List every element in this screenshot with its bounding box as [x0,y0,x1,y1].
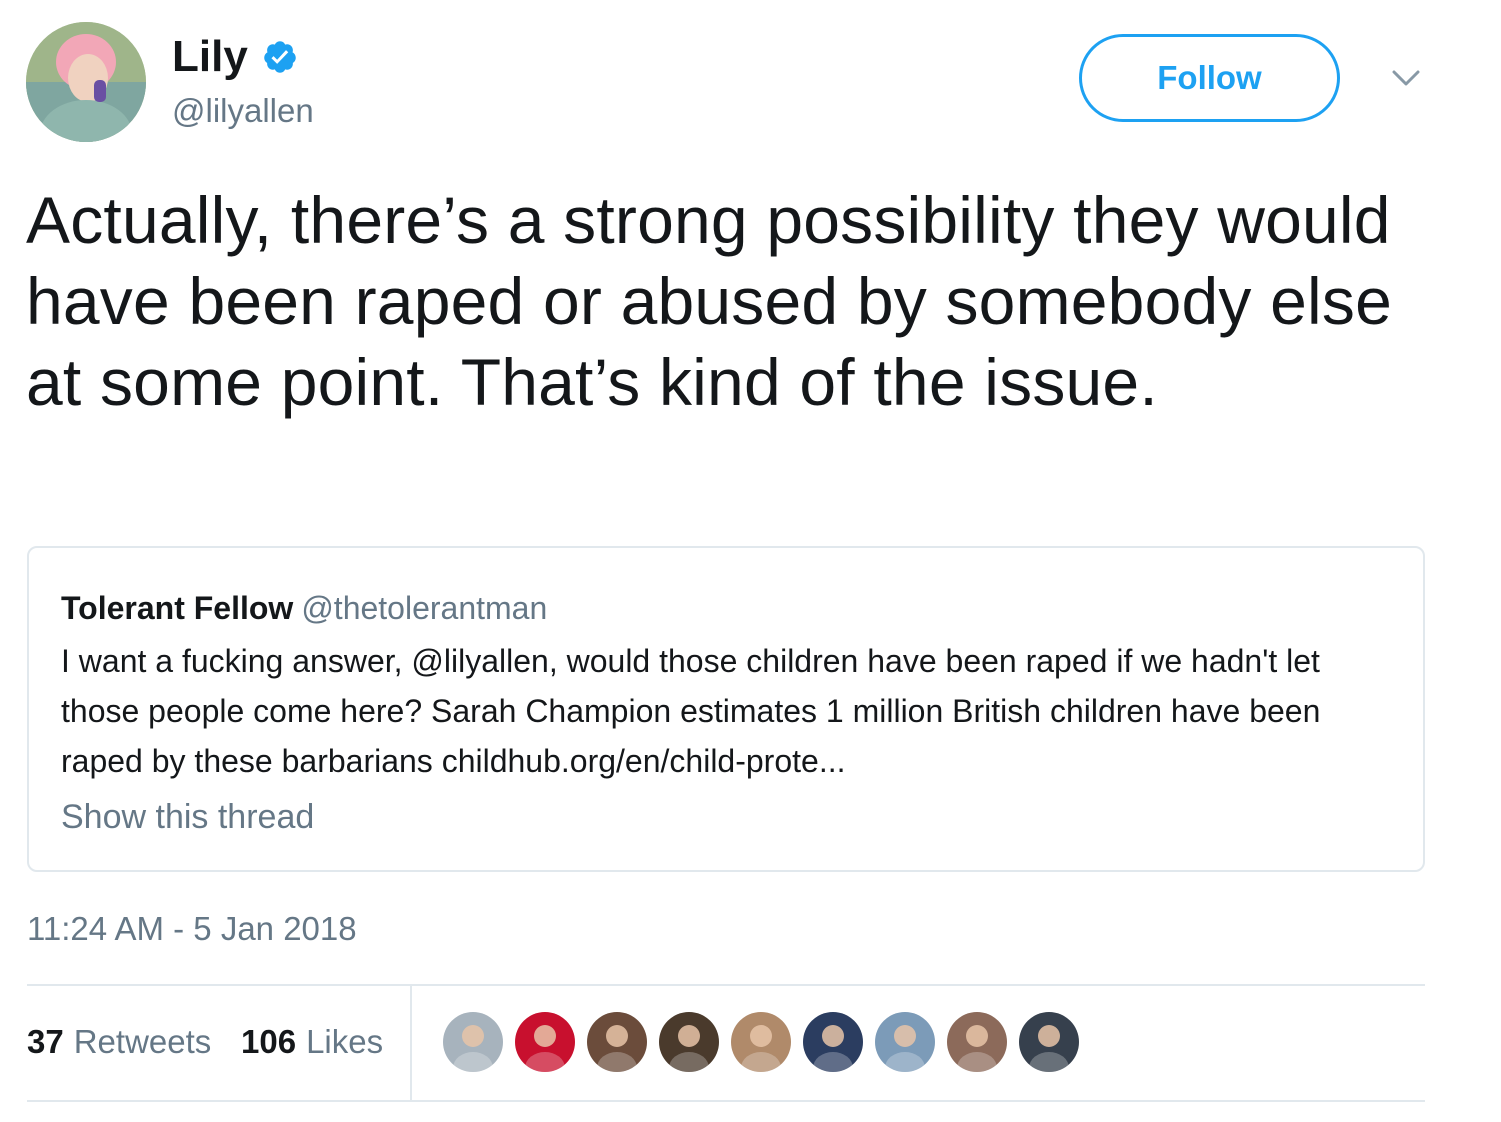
author-handle[interactable]: @lilyallen [172,90,314,132]
retweets-stat[interactable]: 37 Retweets [27,1021,211,1063]
quoted-tweet-text: I want a fucking answer, @lilyallen, wou… [61,643,1321,779]
quoted-author-handle: @thetolerantman [301,590,548,626]
quoted-author-name: Tolerant Fellow [61,590,294,626]
chevron-down-icon[interactable] [1390,66,1422,90]
likes-stat[interactable]: 106 Likes [241,1021,383,1063]
tweet-text: Actually, there’s a strong possibility t… [26,183,1393,419]
liker-avatar-5[interactable] [731,1012,791,1072]
liker-avatar-2[interactable] [515,1012,575,1072]
liker-avatar-1[interactable] [443,1012,503,1072]
likes-label: Likes [306,1023,384,1060]
follow-button[interactable]: Follow [1079,34,1340,122]
author-display-name[interactable]: Lily [172,32,248,82]
liker-avatar-3[interactable] [587,1012,647,1072]
quoted-tweet[interactable]: Tolerant Fellow @thetolerantman I want a … [27,546,1425,872]
liker-avatar-7[interactable] [875,1012,935,1072]
show-thread-link[interactable]: Show this thread [61,796,314,838]
retweets-label: Retweets [73,1023,212,1060]
liker-avatar-4[interactable] [659,1012,719,1072]
liker-avatar-6[interactable] [803,1012,863,1072]
verified-badge-icon [264,41,296,73]
liker-avatar-8[interactable] [947,1012,1007,1072]
likes-count: 106 [241,1023,297,1060]
divider [27,1100,1425,1102]
author-avatar[interactable] [26,22,146,142]
stats-separator [410,986,412,1100]
divider [27,984,1425,986]
tweet-timestamp[interactable]: 11:24 AM - 5 Jan 2018 [27,908,357,950]
quoted-tweet-header: Tolerant Fellow @thetolerantman [61,588,547,628]
liker-avatar-9[interactable] [1019,1012,1079,1072]
retweets-count: 37 [27,1023,64,1060]
